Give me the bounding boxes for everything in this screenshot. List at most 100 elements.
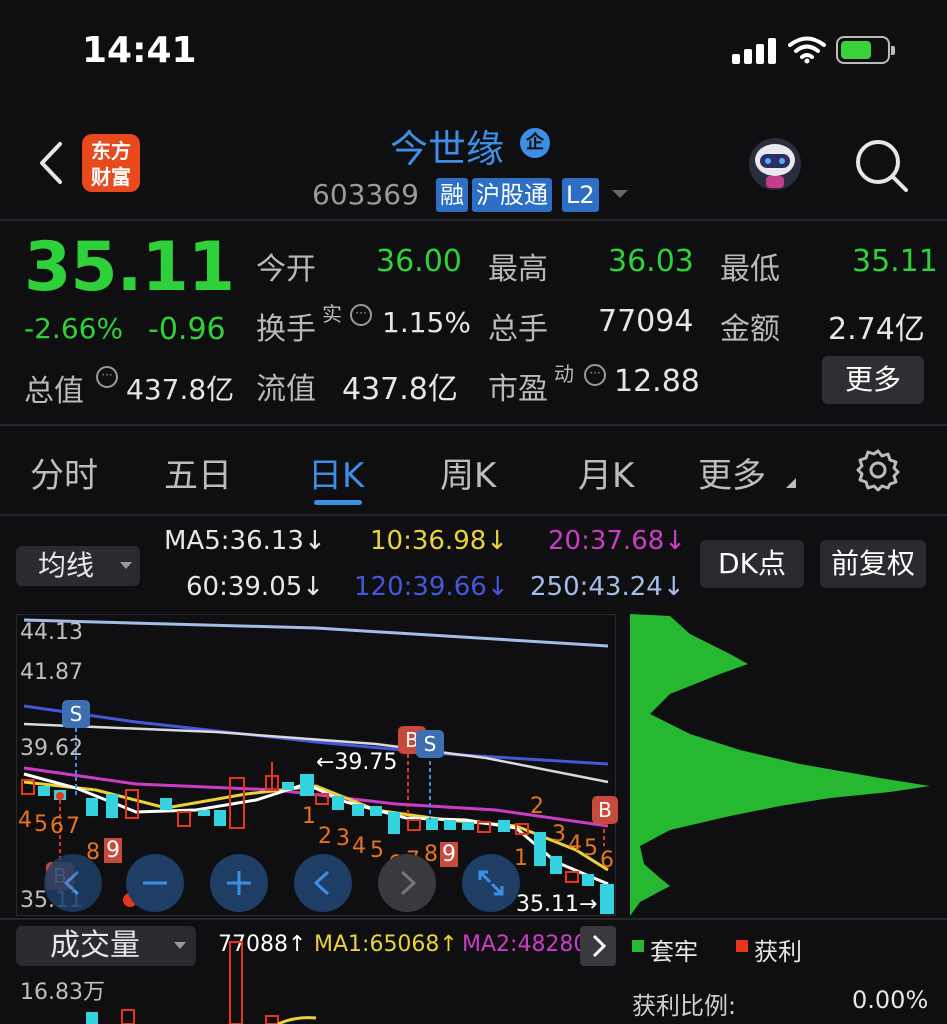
minus-icon: [143, 881, 167, 885]
high-annotation: ←39.75: [316, 750, 398, 775]
turnover-sup: 实: [322, 302, 342, 326]
battery-icon: [836, 36, 895, 64]
tab-daily-k[interactable]: 日K: [308, 448, 364, 497]
total-value: 437.8亿: [126, 373, 235, 406]
ma20-value: 20:37.68↓: [548, 526, 687, 556]
seq-number: 3: [552, 822, 566, 847]
chevron-right-icon: [400, 870, 417, 896]
seq-number: 4: [352, 834, 366, 859]
app-logo[interactable]: 东方 财富: [82, 134, 140, 192]
chevron-left-icon: [63, 870, 80, 896]
adjust-price-button[interactable]: 前复权: [820, 540, 926, 588]
stock-switch-chevron-down-icon[interactable]: [612, 190, 628, 198]
tab-more[interactable]: 更多: [698, 448, 766, 497]
tab-five-day[interactable]: 五日: [164, 448, 232, 497]
wifi-icon: [788, 36, 826, 64]
sell-marker[interactable]: S: [62, 700, 90, 728]
margin-tag: 融: [436, 178, 468, 212]
seq-number: 2: [318, 824, 332, 849]
zoom-out-button[interactable]: [126, 854, 184, 912]
tab-monthly-k[interactable]: 月K: [578, 448, 634, 497]
info-icon[interactable]: ···: [96, 366, 118, 388]
high-label: 最高: [488, 252, 548, 287]
search-icon[interactable]: [852, 136, 910, 194]
sell-marker[interactable]: S: [416, 730, 444, 758]
robot-assistant-icon[interactable]: [746, 136, 804, 192]
pe-label: 市盈: [488, 372, 548, 407]
gear-icon[interactable]: [856, 448, 900, 492]
divider: [0, 424, 947, 426]
chevron-down-icon: [120, 562, 132, 569]
open-label: 今开: [256, 252, 316, 287]
ma10-value: 10:36.98↓: [370, 526, 509, 556]
volume-label: 总手: [488, 312, 548, 347]
buy-marker[interactable]: B: [592, 796, 618, 824]
plus-icon: [227, 871, 251, 895]
ma250-line: [23, 618, 609, 648]
indicator-selector[interactable]: 均线: [16, 546, 140, 586]
ma5-value: MA5:36.13↓: [164, 526, 326, 556]
scroll-left-fast-button[interactable]: [44, 854, 102, 912]
amount-value: 2.74亿: [828, 312, 925, 347]
low-annotation: 35.11→: [516, 892, 598, 917]
info-icon[interactable]: ···: [584, 364, 606, 386]
cellular-signal-icon: [732, 38, 778, 64]
dk-point-button[interactable]: DK点: [700, 540, 804, 588]
divider: [0, 219, 947, 221]
pe-value: 12.88: [614, 364, 700, 399]
chip-distribution-chart: [630, 614, 930, 916]
trapped-legend-swatch: [632, 940, 644, 952]
trapped-legend-label: 套牢: [650, 938, 698, 966]
amount-label: 金额: [720, 312, 780, 347]
volume-value: 77094: [598, 304, 694, 339]
seq-number: 6: [600, 848, 614, 873]
status-time: 14:41: [82, 30, 197, 71]
seq-number: 6: [50, 814, 64, 839]
y-axis-label: 41.87: [20, 660, 83, 685]
hk-connect-tag: 沪股通: [472, 178, 552, 212]
total-value-label: 总值: [24, 374, 84, 409]
pe-sup: 动: [554, 362, 574, 386]
float-value: 437.8亿: [342, 372, 458, 407]
seq-number: 9: [440, 842, 458, 867]
seq-number: 9: [104, 838, 122, 863]
volume-bars: [86, 941, 317, 1024]
profit-ratio-label: 获利比例:: [632, 992, 737, 1020]
seq-number: 3: [336, 826, 350, 851]
info-icon[interactable]: ···: [350, 304, 372, 326]
seq-number: 4: [568, 832, 582, 857]
divider: [0, 514, 947, 516]
back-arrow-icon[interactable]: [36, 140, 66, 186]
divider: [0, 918, 947, 920]
more-corner-icon: [786, 478, 796, 488]
level2-tag: L2: [562, 178, 599, 212]
turnover-value: 1.15%: [382, 306, 471, 339]
seq-number: 4: [18, 808, 32, 833]
tab-weekly-k[interactable]: 周K: [440, 448, 496, 497]
float-value-label: 流值: [256, 372, 316, 407]
low-label: 最低: [720, 252, 780, 287]
profit-ratio-value: 0.00%: [852, 986, 929, 1014]
stock-code: 603369: [312, 178, 419, 211]
tab-intraday[interactable]: 分时: [30, 448, 98, 497]
more-quote-button[interactable]: 更多: [822, 356, 924, 404]
high-value: 36.03: [608, 244, 694, 279]
fullscreen-button[interactable]: [462, 854, 520, 912]
enterprise-badge: 企: [520, 128, 550, 158]
stock-name[interactable]: 今世缘: [390, 118, 504, 173]
seq-number: 5: [34, 812, 48, 837]
seq-number: 5: [584, 836, 598, 861]
ma250-value: 250:43.24↓: [530, 572, 685, 602]
turnover-label: 换手: [256, 312, 316, 347]
seq-number: 2: [530, 794, 544, 819]
scroll-left-button[interactable]: [294, 854, 352, 912]
zoom-in-button[interactable]: [210, 854, 268, 912]
y-axis-label: 39.62: [20, 736, 83, 761]
ma60-value: 60:39.05↓: [186, 572, 325, 602]
current-price: 35.11: [24, 228, 235, 307]
scroll-right-button[interactable]: [378, 854, 436, 912]
tab-underline: [314, 500, 362, 505]
expand-icon: [478, 870, 504, 896]
open-value: 36.00: [376, 244, 462, 279]
ma120-value: 120:39.66↓: [354, 572, 509, 602]
